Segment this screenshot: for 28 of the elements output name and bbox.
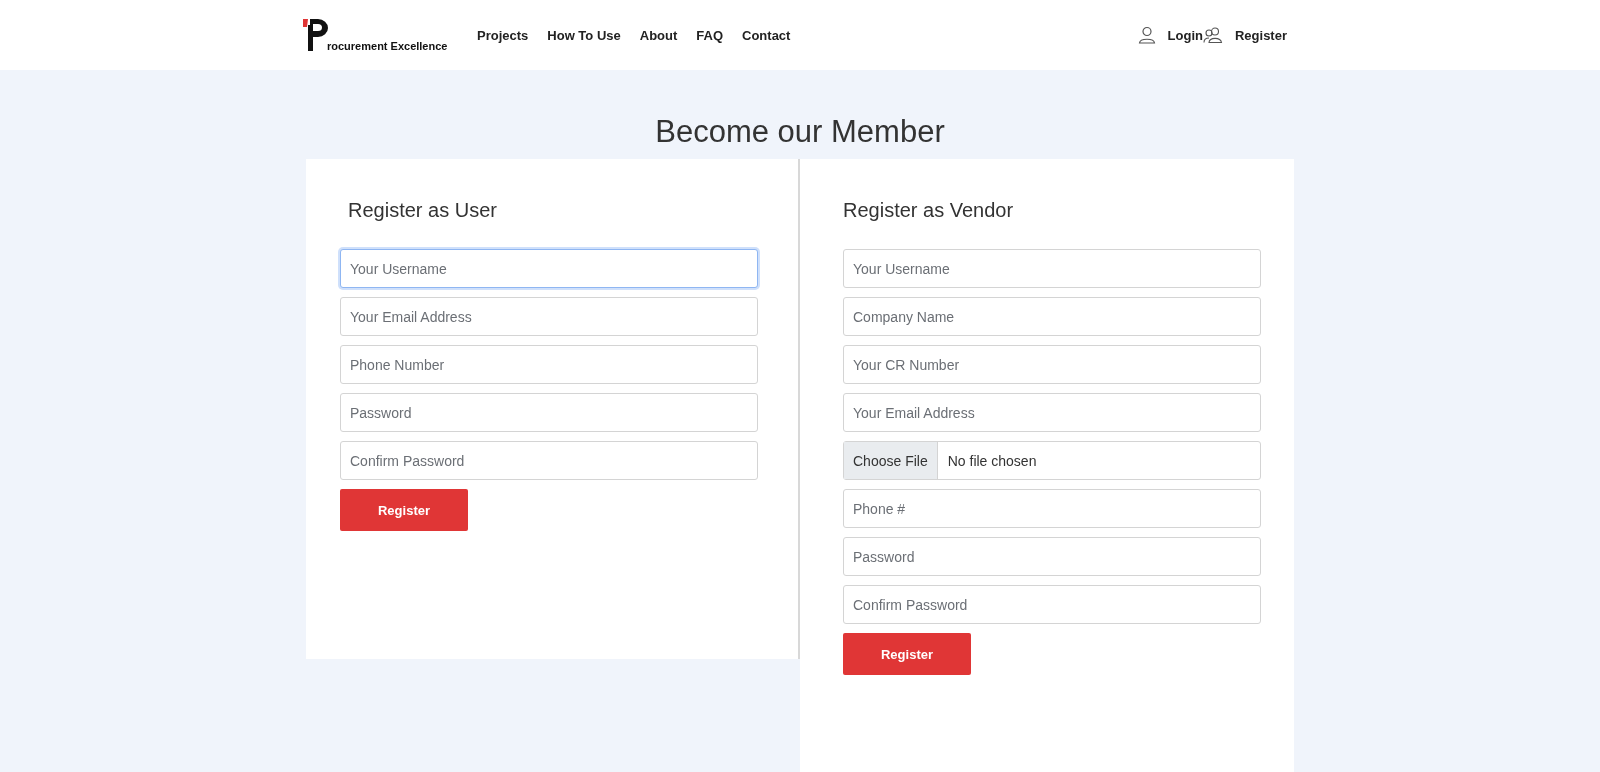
form-heading: Register as Vendor	[843, 199, 1015, 223]
input-field[interactable]: Your Email Address	[843, 393, 1261, 433]
input-field[interactable]: Confirm Password	[340, 441, 758, 481]
input-field[interactable]: Your CR Number	[843, 345, 1261, 385]
user-icon	[1137, 26, 1156, 44]
input-field[interactable]: Company Name	[843, 297, 1261, 337]
nav-link[interactable]: FAQ	[696, 27, 724, 43]
form-heading: Register as User	[348, 199, 498, 223]
input-field[interactable]: Your Email Address	[340, 297, 758, 337]
page-title: Become our Member	[655, 115, 945, 150]
input-field[interactable]: Confirm Password	[843, 585, 1261, 625]
nav-link[interactable]: About	[639, 27, 678, 43]
input-field[interactable]: Password	[340, 393, 758, 433]
login-link[interactable]: Login	[1167, 27, 1203, 43]
nav-link[interactable]: Projects	[477, 27, 529, 43]
input-field[interactable]: Phone #	[843, 489, 1261, 529]
input-field[interactable]: Password	[843, 537, 1261, 577]
brand-name: rocurement Excellence	[327, 40, 448, 52]
register-button[interactable]: Register	[843, 633, 971, 676]
input-field[interactable]: Your Username	[340, 249, 758, 289]
register-link[interactable]: Register	[1234, 27, 1287, 43]
nav-link[interactable]: Contact	[742, 27, 791, 43]
users-icon	[1202, 27, 1223, 43]
file-field[interactable]: Choose File No file chosen	[843, 441, 1261, 481]
register-button[interactable]: Register	[340, 489, 468, 532]
input-field[interactable]: Phone Number	[340, 345, 758, 385]
input-field[interactable]: Your Username	[843, 249, 1261, 289]
nav-link[interactable]: How To Use	[547, 27, 621, 43]
